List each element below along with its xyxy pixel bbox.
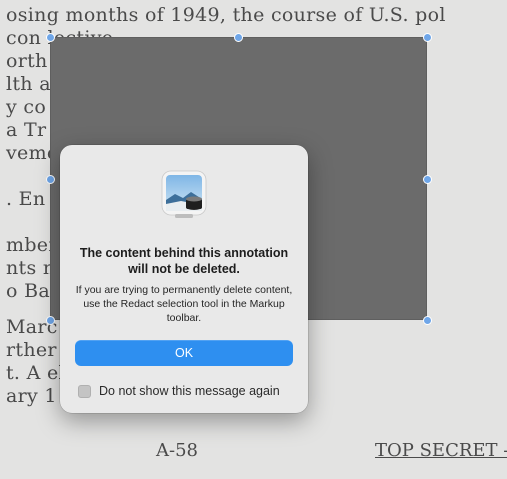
resize-handle-top[interactable] (234, 33, 243, 42)
document-line: . En (6, 188, 46, 210)
resize-handle-top-left[interactable] (46, 33, 55, 42)
dialog-message: If you are trying to permanently delete … (75, 284, 293, 324)
resize-handle-bottom-left[interactable] (46, 316, 55, 325)
resize-handle-bottom-right[interactable] (423, 316, 432, 325)
page-number: A-58 (156, 440, 198, 461)
alert-dialog: The content behind this annotation will … (60, 145, 308, 413)
document-line: osing months of 1949, the course of U.S.… (6, 4, 446, 26)
dialog-title: The content behind this annotation will … (79, 246, 289, 276)
resize-handle-right[interactable] (423, 175, 432, 184)
dont-show-again-option[interactable]: Do not show this message again (78, 383, 280, 399)
resize-handle-top-right[interactable] (423, 33, 432, 42)
resize-handle-left[interactable] (46, 175, 55, 184)
preview-app-icon (161, 170, 207, 218)
dont-show-again-checkbox[interactable] (78, 384, 91, 398)
dont-show-again-label[interactable]: Do not show this message again (99, 384, 280, 398)
ok-button[interactable]: OK (75, 340, 293, 366)
classification-label: TOP SECRET - (375, 440, 507, 461)
document-line: ary 1 (6, 385, 57, 407)
